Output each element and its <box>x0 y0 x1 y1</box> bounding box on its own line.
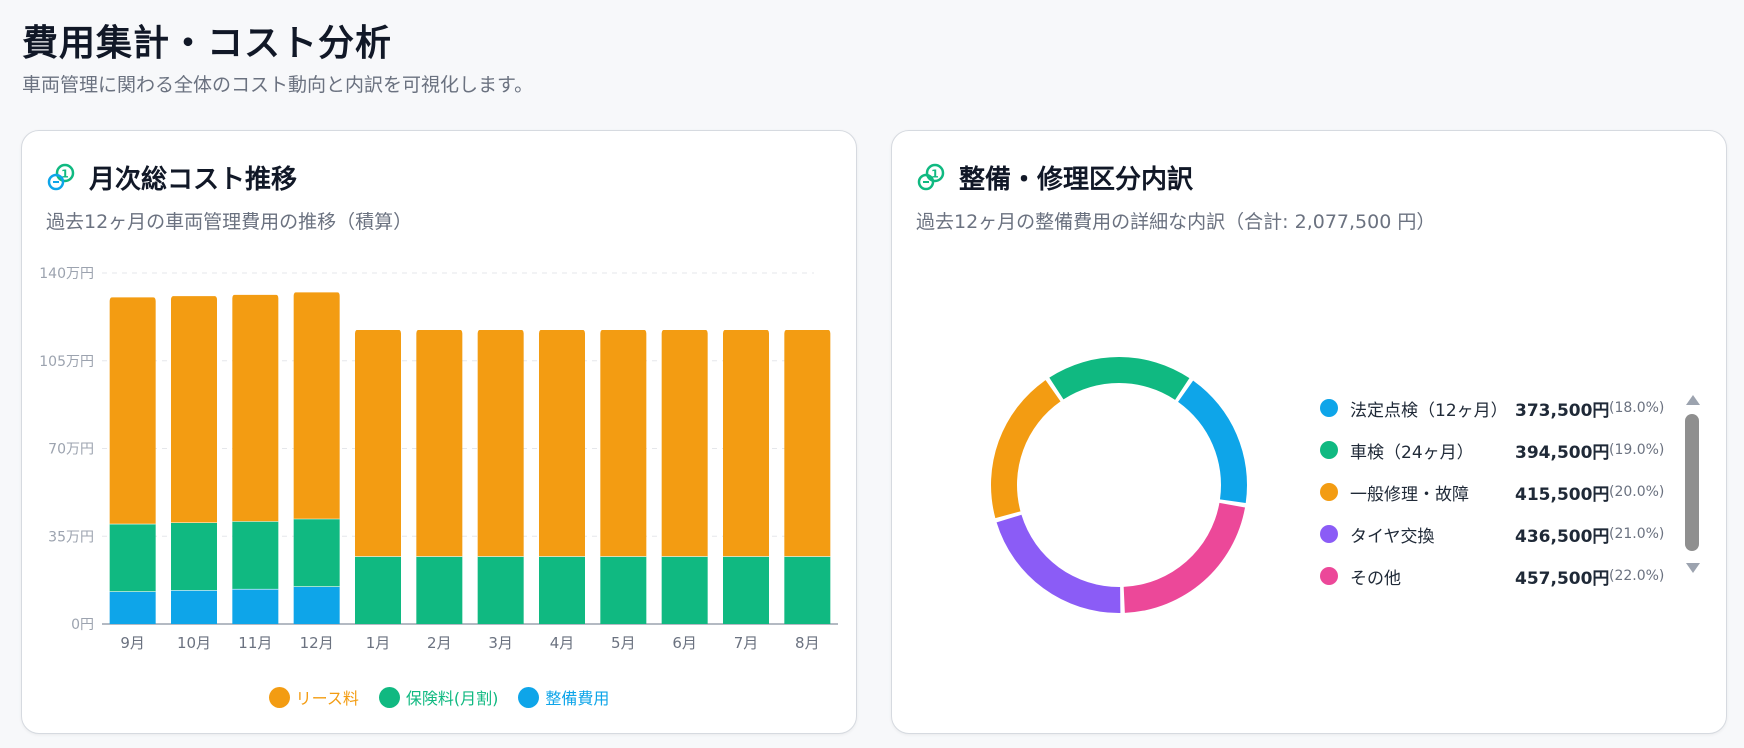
bar-segment-insurance[interactable] <box>109 523 156 592</box>
x-tick-label: 8月 <box>795 634 820 652</box>
legend-category-label: 法定点検（12ヶ月） <box>1350 400 1508 421</box>
bar-segment-lease[interactable] <box>723 329 769 557</box>
legend-category-label: タイヤ交換 <box>1350 526 1435 547</box>
donut-slice-other[interactable] <box>1123 502 1246 613</box>
legend-dot <box>1320 483 1338 501</box>
monthly-cost-chart: 0円 35万円 70万円 105万円 140万円 9月 10月 11月 12月 1月 2月 3月 4月 5… <box>39 266 838 652</box>
legend-percent: (20.0%) <box>1609 484 1665 500</box>
x-tick-label: 5月 <box>611 634 636 652</box>
y-tick-label: 70万円 <box>48 442 94 458</box>
bar-segment-maintenance[interactable] <box>232 588 279 624</box>
x-tick-label: 11月 <box>238 634 272 652</box>
legend-percent: (19.0%) <box>1609 442 1665 458</box>
bar-segment-lease[interactable] <box>416 329 463 557</box>
maintenance-breakdown-card: 1 整備・修理区分内訳 過去12ヶ月の整備費用の詳細な内訳（合計: 2,077,… <box>891 130 1727 734</box>
bar-segment-maintenance[interactable] <box>293 586 340 624</box>
legend-insurance-label: 保険料(月割) <box>405 689 499 708</box>
legend-percent: (21.0%) <box>1609 526 1665 542</box>
x-tick-label: 7月 <box>734 634 759 652</box>
legend-percent: (22.0%) <box>1609 568 1665 584</box>
donut-legend-item[interactable]: 一般修理・故障 415,500円 (20.0%) <box>1320 471 1670 513</box>
bar-segment-lease[interactable] <box>232 294 279 522</box>
bar-segment-lease[interactable] <box>661 329 708 557</box>
legend-scrollbar[interactable] <box>1685 414 1699 551</box>
bar-segment-lease[interactable] <box>600 329 647 557</box>
bar-segment-insurance[interactable] <box>355 556 401 624</box>
x-tick-label: 2月 <box>427 634 452 652</box>
bar-segment-insurance[interactable] <box>232 521 279 589</box>
legend-amount: 373,500円 <box>1515 400 1610 421</box>
bar-segment-insurance[interactable] <box>661 556 708 624</box>
bar-segment-lease[interactable] <box>539 329 585 557</box>
x-tick-label: 1月 <box>366 634 391 652</box>
legend-percent: (18.0%) <box>1609 400 1665 416</box>
donut-legend-item[interactable]: その他 457,500円 (22.0%) <box>1320 555 1670 597</box>
page-title: 費用集計・コスト分析 <box>22 23 393 64</box>
bar-segment-insurance[interactable] <box>723 556 769 624</box>
bar-segment-insurance[interactable] <box>784 556 831 624</box>
legend-dot <box>1320 567 1338 585</box>
bar-segment-insurance[interactable] <box>293 518 340 587</box>
legend-scroll-down-icon[interactable] <box>1686 563 1700 573</box>
donut-slice-statutory[interactable] <box>1178 380 1247 504</box>
donut-slice-repair[interactable] <box>991 380 1061 519</box>
maintenance-donut-chart <box>991 357 1247 613</box>
y-tick-label: 35万円 <box>48 529 94 545</box>
bar-segment-lease[interactable] <box>293 291 340 519</box>
maintenance-legend-marker <box>518 686 540 708</box>
bar-segment-insurance[interactable] <box>416 556 463 624</box>
donut-legend: 法定点検（12ヶ月） 373,500円 (18.0%) 車検（24ヶ月） 394,500… <box>1320 387 1670 597</box>
x-tick-label: 6月 <box>672 634 697 652</box>
legend-lease-label: リース料 <box>295 689 359 708</box>
legend-amount: 415,500円 <box>1515 484 1610 505</box>
bar-segment-maintenance[interactable] <box>171 590 217 624</box>
legend-scroll-up-icon[interactable] <box>1686 395 1700 405</box>
y-tick-label: 140万円 <box>39 266 94 282</box>
bar-segment-insurance[interactable] <box>600 556 647 624</box>
legend-category-label: 車検（24ヶ月） <box>1350 442 1474 463</box>
x-tick-label: 9月 <box>120 634 145 652</box>
bar-segment-maintenance[interactable] <box>109 591 156 624</box>
bar-segment-lease[interactable] <box>355 329 401 557</box>
y-tick-label: 105万円 <box>39 354 94 370</box>
bar-segment-lease[interactable] <box>784 329 831 557</box>
bar-segment-lease[interactable] <box>109 296 156 524</box>
donut-legend-item[interactable]: タイヤ交換 436,500円 (21.0%) <box>1320 513 1670 555</box>
legend-maintenance[interactable]: 整備費用 <box>518 685 609 709</box>
legend-category-label: その他 <box>1350 568 1401 589</box>
y-tick-label: 0円 <box>71 617 94 633</box>
x-tick-label: 12月 <box>300 634 334 652</box>
donut-legend-item[interactable]: 法定点検（12ヶ月） 373,500円 (18.0%) <box>1320 387 1670 429</box>
insurance-legend-marker <box>378 686 400 708</box>
bar-segment-lease[interactable] <box>477 329 524 557</box>
donut-slice-tire[interactable] <box>996 514 1121 613</box>
donut-slice-shaken[interactable] <box>1049 357 1190 400</box>
donut-legend-item[interactable]: 車検（24ヶ月） 394,500円 (19.0%) <box>1320 429 1670 471</box>
legend-dot <box>1320 441 1338 459</box>
bar-segment-insurance[interactable] <box>477 556 524 624</box>
bar-segment-insurance[interactable] <box>171 522 217 591</box>
page-subtitle: 車両管理に関わる全体のコスト動向と内訳を可視化します。 <box>22 74 534 96</box>
x-tick-label: 10月 <box>177 634 211 652</box>
legend-category-label: 一般修理・故障 <box>1350 484 1469 505</box>
x-tick-label: 4月 <box>550 634 575 652</box>
legend-amount: 436,500円 <box>1515 526 1610 547</box>
legend-maintenance-label: 整備費用 <box>545 689 610 708</box>
legend-amount: 457,500円 <box>1515 568 1610 589</box>
legend-lease[interactable]: リース料 <box>268 685 359 709</box>
legend-amount: 394,500円 <box>1515 442 1610 463</box>
lease-legend-marker <box>268 686 290 708</box>
x-tick-label: 3月 <box>488 634 513 652</box>
chart-legend: リース料 保険料(月割) 整備費用 <box>22 685 856 709</box>
legend-dot <box>1320 399 1338 417</box>
bar-segment-lease[interactable] <box>171 295 217 523</box>
legend-dot <box>1320 525 1338 543</box>
bar-segment-insurance[interactable] <box>539 556 585 624</box>
monthly-cost-card: 1 月次総コスト推移 過去12ヶ月の車両管理費用の推移（積算） 0円 35万円 70… <box>21 130 857 734</box>
legend-insurance[interactable]: 保険料(月割) <box>378 685 499 709</box>
